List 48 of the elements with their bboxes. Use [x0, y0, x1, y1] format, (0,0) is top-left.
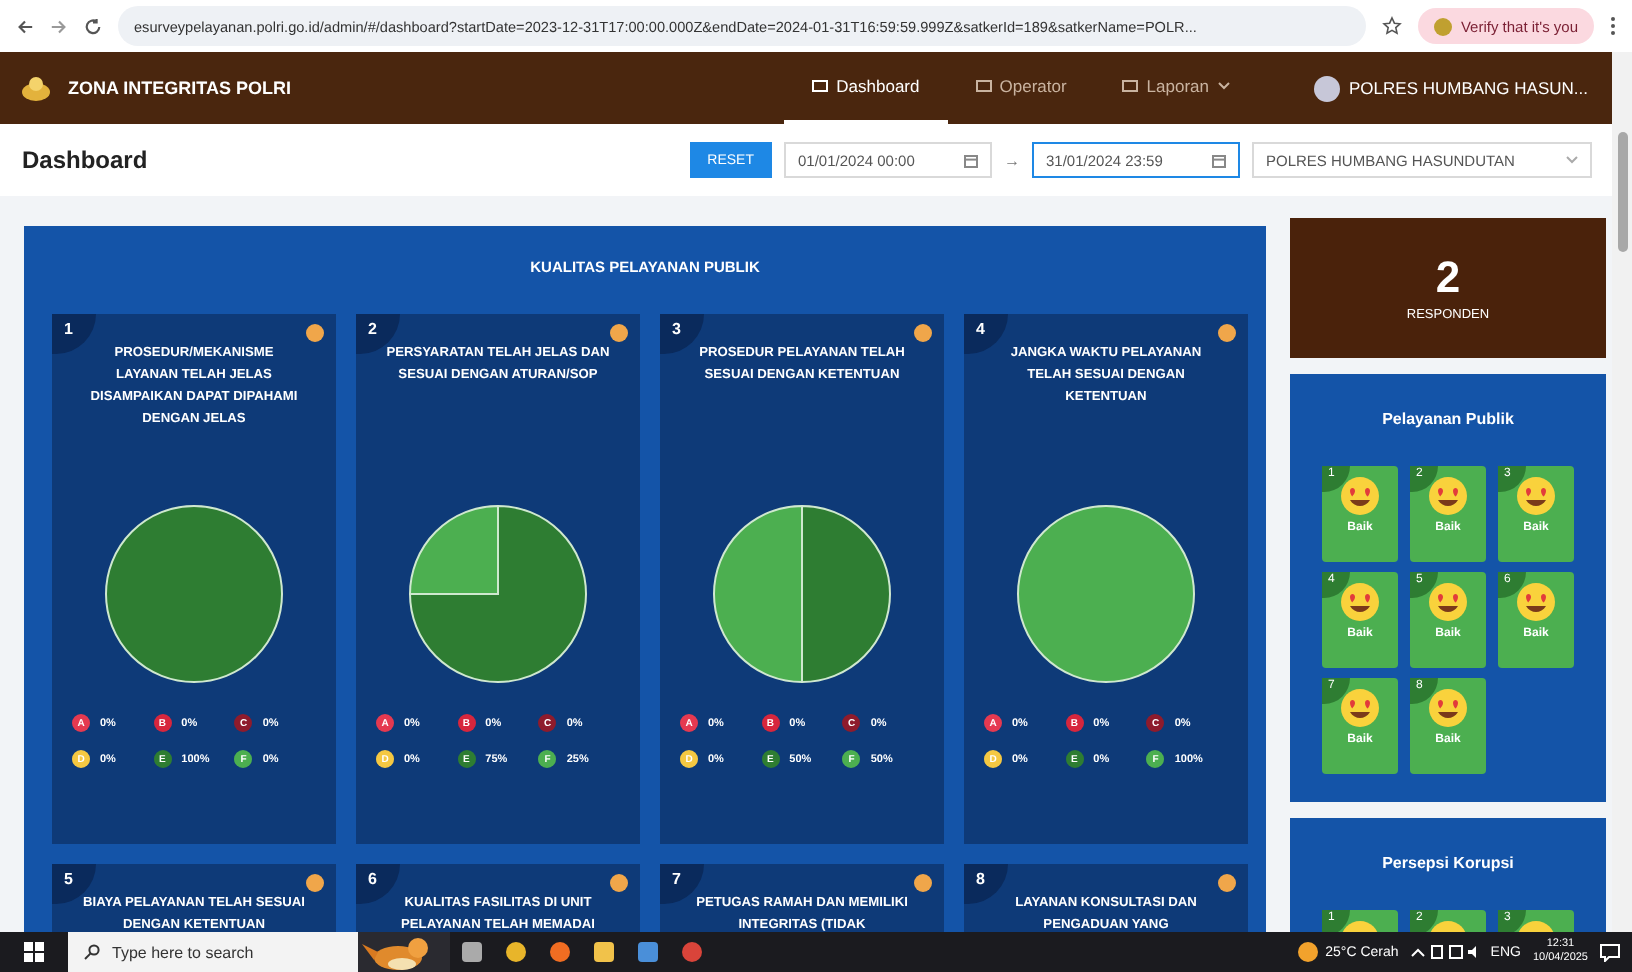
- tray-icons[interactable]: [1410, 944, 1479, 960]
- monitor-icon: [975, 79, 992, 93]
- smiley-icon: [1340, 476, 1380, 516]
- calendar-icon: [1212, 153, 1226, 167]
- question-number: 1: [52, 314, 96, 354]
- help-icon[interactable]: [1218, 874, 1236, 892]
- help-icon[interactable]: [306, 324, 324, 342]
- nav-link[interactable]: Operator: [947, 52, 1095, 124]
- nav-link[interactable]: Laporan: [1094, 52, 1257, 124]
- help-icon[interactable]: [306, 874, 324, 892]
- smiley-icon: [1428, 688, 1468, 728]
- monitor-icon: [812, 79, 829, 93]
- notification-icon[interactable]: [1600, 943, 1620, 961]
- help-icon[interactable]: [914, 324, 932, 342]
- section-title: Pelayanan Publik: [1382, 410, 1514, 428]
- scrollbar[interactable]: [1612, 52, 1632, 932]
- help-icon[interactable]: [914, 874, 932, 892]
- forward-icon[interactable]: [50, 17, 68, 35]
- taskbar-search[interactable]: Type here to search: [68, 932, 358, 972]
- smiley-icon: [1428, 476, 1468, 516]
- smiley-icon: [1428, 582, 1468, 622]
- question-number: 6: [356, 864, 400, 904]
- smiley-icon: [1340, 582, 1380, 622]
- question-number: 4: [964, 314, 1008, 354]
- reload-icon[interactable]: [84, 17, 102, 35]
- logo-icon: [20, 74, 52, 102]
- smiley-icon: [1340, 688, 1380, 728]
- smiley-icon: [1516, 476, 1556, 516]
- calendar-icon: [964, 153, 978, 167]
- responden-count: 2: [1435, 254, 1461, 302]
- user-menu[interactable]: POLRES HUMBANG HASUN...: [1313, 75, 1588, 101]
- avatar-icon: [1313, 75, 1339, 101]
- help-icon[interactable]: [610, 324, 628, 342]
- range-arrow: →: [1004, 151, 1020, 169]
- chevron-icon: [1566, 156, 1578, 164]
- search-icon: [84, 944, 100, 960]
- monitor-icon: [1122, 79, 1139, 93]
- help-icon[interactable]: [610, 874, 628, 892]
- section-title: Persepsi Korupsi: [1382, 854, 1514, 872]
- back-icon[interactable]: [16, 17, 34, 35]
- page-title: Dashboard: [22, 146, 150, 174]
- brand-title: ZONA INTEGRITAS POLRI: [68, 78, 293, 98]
- question-number: 8: [964, 864, 1008, 904]
- sun-icon: [1297, 942, 1318, 962]
- more-icon[interactable]: [1610, 16, 1616, 36]
- help-icon[interactable]: [1218, 324, 1236, 342]
- star-icon[interactable]: [1382, 16, 1403, 36]
- smiley-icon: [1516, 582, 1556, 622]
